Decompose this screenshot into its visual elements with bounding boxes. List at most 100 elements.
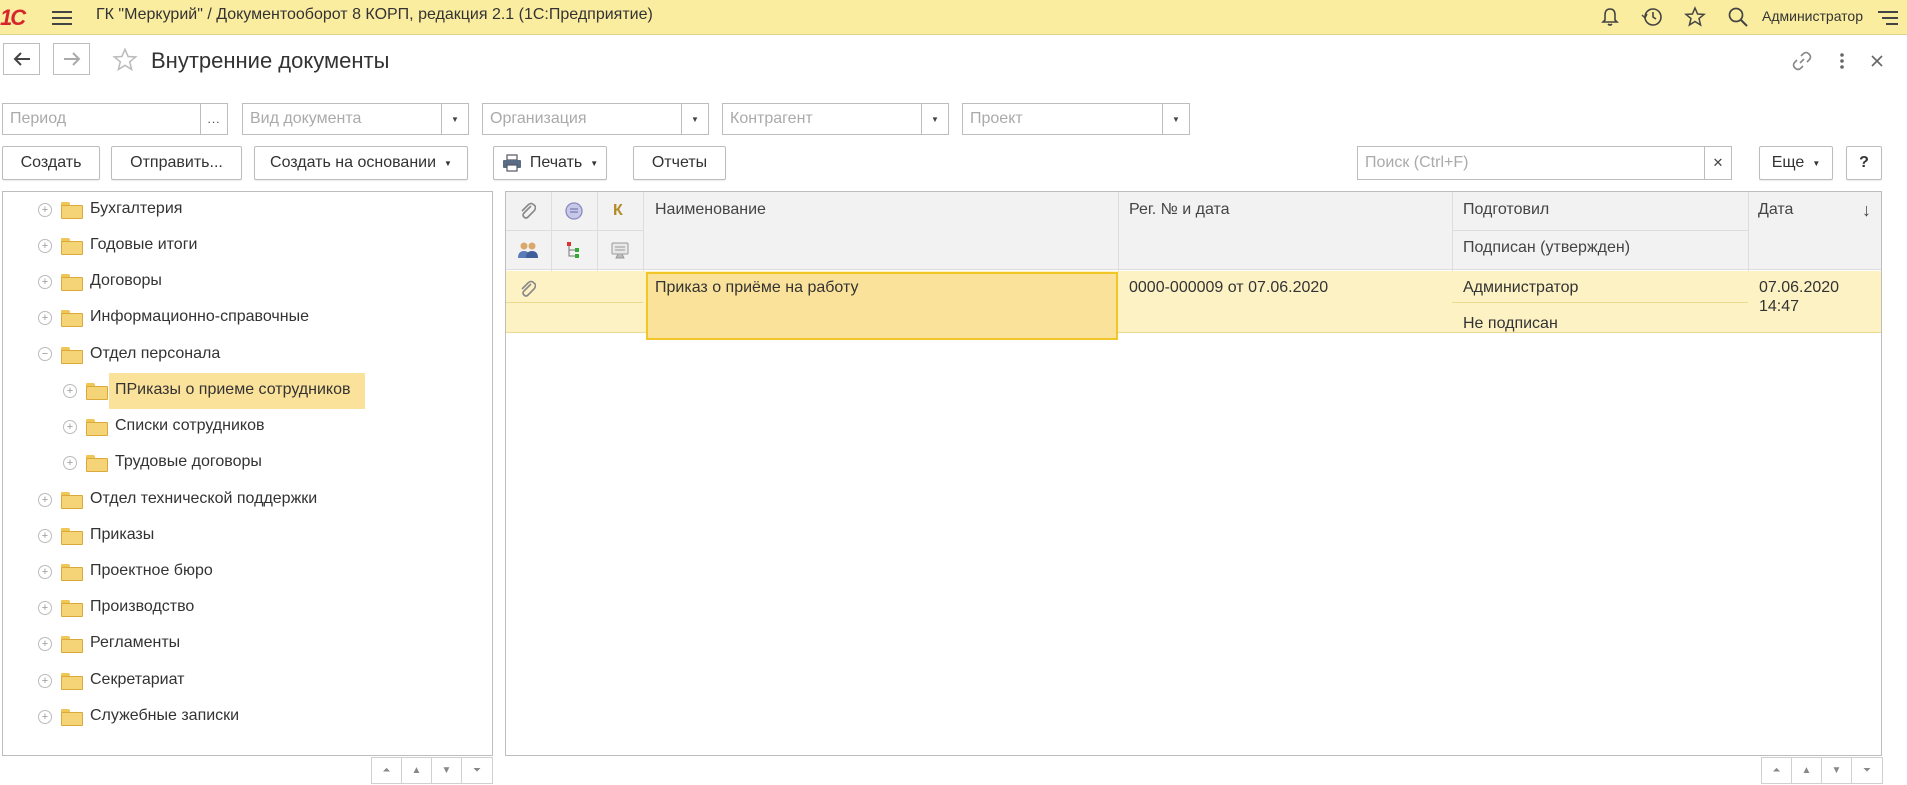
create-based-on-label: Создать на основании xyxy=(270,154,437,171)
period-placeholder: Период xyxy=(10,110,67,127)
expand-icon[interactable]: + xyxy=(38,565,52,579)
create-based-on-button[interactable]: Создать на основании ▼ xyxy=(254,146,468,180)
favorite-star-icon[interactable] xyxy=(111,46,139,74)
scroll-down-icon[interactable]: ▼ xyxy=(432,758,462,783)
users-icon[interactable] xyxy=(516,239,540,261)
expand-icon[interactable]: + xyxy=(38,601,52,615)
organization-field[interactable]: Организация ▼ xyxy=(482,103,709,135)
more-actions-icon[interactable] xyxy=(1830,49,1854,73)
expand-icon[interactable]: + xyxy=(38,275,52,289)
chevron-down-icon[interactable]: ▼ xyxy=(441,104,468,134)
main-menu-icon[interactable] xyxy=(50,6,74,30)
tree-node-label[interactable]: Служебные записки xyxy=(90,707,239,725)
favorites-star-icon[interactable] xyxy=(1683,5,1707,29)
date-column-header[interactable]: Дата xyxy=(1758,201,1793,219)
page-title: Внутренние документы xyxy=(151,48,390,73)
tree-node-label[interactable]: Секретариат xyxy=(90,671,184,689)
signed-column-header[interactable]: Подписан (утвержден) xyxy=(1463,239,1630,257)
clear-search-icon[interactable]: ✕ xyxy=(1704,147,1731,179)
history-icon[interactable] xyxy=(1640,5,1664,29)
hierarchy-icon[interactable] xyxy=(562,239,586,261)
forward-button[interactable] xyxy=(53,43,90,75)
header-divider xyxy=(506,230,643,231)
tree-node-label[interactable]: Приказы xyxy=(90,526,154,544)
tree-node-label[interactable]: Информационно-справочные xyxy=(90,308,309,326)
scroll-down-icon[interactable]: ▼ xyxy=(1822,758,1852,783)
scroll-up-icon[interactable]: ▲ xyxy=(1792,758,1822,783)
current-user[interactable]: Администратор xyxy=(1762,8,1863,24)
document-type-field[interactable]: Вид документа ▼ xyxy=(242,103,469,135)
period-select-button[interactable]: ... xyxy=(200,104,227,134)
scroll-bottom-icon[interactable]: ⏷ xyxy=(1852,758,1882,783)
collapse-icon[interactable]: − xyxy=(38,347,52,361)
stamp-icon[interactable] xyxy=(608,239,632,261)
expand-icon[interactable]: + xyxy=(63,384,77,398)
search-input[interactable]: Поиск (Ctrl+F) ✕ xyxy=(1357,146,1732,180)
tree-node-label[interactable]: Производство xyxy=(90,598,194,616)
expand-icon[interactable]: + xyxy=(38,529,52,543)
sort-descending-icon[interactable]: ↓ xyxy=(1862,200,1871,221)
reports-button[interactable]: Отчеты xyxy=(633,146,726,180)
tree-node-label[interactable]: Регламенты xyxy=(90,634,180,652)
k-column-header[interactable]: К xyxy=(613,202,623,220)
expand-icon[interactable]: + xyxy=(38,637,52,651)
tree-node-label[interactable]: ПРиказы о приеме сотрудников xyxy=(115,381,350,399)
scroll-up-icon[interactable]: ▲ xyxy=(402,758,432,783)
chevron-down-icon[interactable]: ▼ xyxy=(1162,104,1189,134)
name-column-header[interactable]: Наименование xyxy=(655,201,766,219)
scroll-top-icon[interactable]: ⏶ xyxy=(372,758,402,783)
expand-icon[interactable]: + xyxy=(63,420,77,434)
tree-node-label[interactable]: Отдел технической поддержки xyxy=(90,490,317,508)
expand-icon[interactable]: + xyxy=(38,203,52,217)
tree-node-label[interactable]: Отдел персонала xyxy=(90,345,220,363)
expand-icon[interactable]: + xyxy=(63,456,77,470)
folder-icon xyxy=(61,238,83,255)
prepared-column-header[interactable]: Подготовил xyxy=(1463,201,1549,219)
status-circle-icon[interactable] xyxy=(562,200,586,222)
settings-menu-icon[interactable] xyxy=(1876,6,1900,30)
search-icon[interactable] xyxy=(1726,5,1750,29)
help-button[interactable]: ? xyxy=(1846,146,1882,180)
back-button[interactable] xyxy=(3,43,40,75)
documents-grid: К Наименование Рег. № и дата Подготовил … xyxy=(505,191,1882,756)
organization-placeholder: Организация xyxy=(490,110,587,127)
counterparty-field[interactable]: Контрагент ▼ xyxy=(722,103,949,135)
help-button-label: ? xyxy=(1859,154,1869,171)
folder-icon xyxy=(61,636,83,653)
reg-column-header[interactable]: Рег. № и дата xyxy=(1129,201,1230,219)
tree-node-label[interactable]: Трудовые договоры xyxy=(115,453,262,471)
attachment-icon[interactable] xyxy=(516,200,540,222)
tree-node-label[interactable]: Проектное бюро xyxy=(90,562,213,580)
counterparty-placeholder: Контрагент xyxy=(730,110,813,127)
expand-icon[interactable]: + xyxy=(38,674,52,688)
chevron-down-icon: ▼ xyxy=(444,158,452,168)
folder-icon xyxy=(61,564,83,581)
document-date: 07.06.2020 xyxy=(1759,279,1840,296)
expand-icon[interactable]: + xyxy=(38,710,52,724)
grid-scroll-buttons: ⏶ ▲ ▼ ⏷ xyxy=(1761,757,1883,784)
create-button[interactable]: Создать xyxy=(2,146,100,180)
project-field[interactable]: Проект ▼ xyxy=(962,103,1190,135)
scroll-bottom-icon[interactable]: ⏷ xyxy=(462,758,492,783)
chevron-down-icon[interactable]: ▼ xyxy=(681,104,708,134)
folder-icon xyxy=(61,310,83,327)
expand-icon[interactable]: + xyxy=(38,493,52,507)
tree-node-label[interactable]: Списки сотрудников xyxy=(115,417,264,435)
bell-icon[interactable] xyxy=(1598,5,1622,29)
tree-node-label[interactable]: Бухгалтерия xyxy=(90,200,182,218)
more-button[interactable]: Еще ▼ xyxy=(1759,146,1833,180)
print-button[interactable]: Печать ▼ xyxy=(493,146,607,180)
tree-node-label[interactable]: Договоры xyxy=(90,272,162,290)
attachment-icon[interactable] xyxy=(516,278,540,300)
expand-icon[interactable]: + xyxy=(38,239,52,253)
close-icon[interactable] xyxy=(1865,49,1889,73)
expand-icon[interactable]: + xyxy=(38,311,52,325)
link-icon[interactable] xyxy=(1790,49,1814,73)
scroll-top-icon[interactable]: ⏶ xyxy=(1762,758,1792,783)
app-topbar: 1С ГК "Меркурий" / Документооборот 8 КОР… xyxy=(0,0,1907,35)
period-field[interactable]: Период ... xyxy=(2,103,228,135)
send-button[interactable]: Отправить... xyxy=(111,146,242,180)
document-name[interactable]: Приказ о приёме на работу xyxy=(655,279,858,297)
chevron-down-icon[interactable]: ▼ xyxy=(921,104,948,134)
tree-node-label[interactable]: Годовые итоги xyxy=(90,236,197,254)
